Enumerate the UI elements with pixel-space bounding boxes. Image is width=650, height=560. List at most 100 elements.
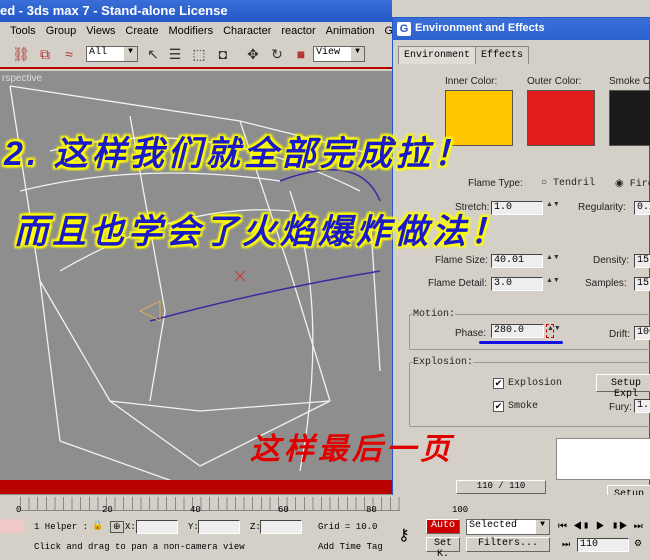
timeline-ruler[interactable]	[20, 497, 400, 511]
tab-environment[interactable]: Environment	[398, 46, 477, 64]
add-time-tag[interactable]: Add Time Tag	[318, 542, 383, 552]
absolute-mode-icon[interactable]: ⊕	[110, 521, 124, 533]
overlay-caption-line1: 2. 这样我们就全部完成拉！	[4, 135, 472, 173]
menu-tools[interactable]: Tools	[10, 22, 36, 37]
smoke-color-label: Smoke C	[609, 76, 650, 87]
phase-input[interactable]: 280.0	[491, 324, 544, 338]
selection-count: 1 Helper :	[34, 522, 89, 532]
flame-size-label: Flame Size:	[435, 255, 488, 266]
menu-group[interactable]: Group	[46, 22, 77, 37]
motion-group-label: Motion:	[413, 309, 456, 320]
fury-input[interactable]: 1.	[634, 399, 650, 413]
outer-color-label: Outer Color:	[527, 76, 582, 87]
outer-color-swatch[interactable]	[527, 90, 595, 146]
overlay-caption-line2: 而且也学会了火焰爆炸做法！	[14, 213, 508, 251]
tick-0: 0	[16, 505, 22, 515]
overlay-caption-last-page: 这样最后一页	[250, 433, 454, 466]
setup-explosion-button[interactable]: Setup Expl	[596, 374, 650, 400]
samples-label: Samples:	[585, 278, 627, 289]
current-frame-input[interactable]: 110	[577, 538, 629, 552]
drift-input[interactable]: 100	[634, 326, 650, 340]
playback-controls[interactable]: ⏮ ◀▮ ▶ ▮▶ ⏭	[558, 521, 643, 533]
blue-underline-annotation	[479, 341, 563, 344]
effects-preview-panel	[556, 438, 650, 480]
flame-detail-spinner[interactable]: ▲▼	[546, 277, 560, 291]
smoke-color-swatch[interactable]	[609, 90, 650, 146]
radio-fireball[interactable]: ◉ Fireb	[615, 178, 650, 190]
stretch-spinner[interactable]: ▲▼	[546, 201, 560, 215]
phase-spinner[interactable]: ▲▼	[546, 324, 561, 338]
selection-filter-dropdown[interactable]: All ▼	[86, 46, 138, 62]
grid-size: Grid = 10.0	[318, 522, 378, 532]
drift-label: Drift:	[609, 329, 631, 340]
tick-60: 60	[278, 505, 289, 515]
menu-views[interactable]: Views	[86, 22, 115, 37]
smoke-checkbox-label: Smoke	[508, 401, 539, 412]
flame-detail-label: Flame Detail:	[428, 278, 487, 289]
dialog-title-bar[interactable]: G Environment and Effects	[393, 18, 650, 40]
flame-type-label: Flame Type:	[468, 178, 523, 189]
window-crossing-icon[interactable]: ◘	[214, 46, 232, 64]
fury-label: Fury:	[609, 402, 632, 413]
x-label: X:	[125, 522, 136, 532]
select-object-icon[interactable]: ↖	[144, 46, 162, 64]
samples-input[interactable]: 15	[634, 277, 650, 291]
menu-animation[interactable]: Animation	[326, 22, 375, 37]
menu-bar: Tools Group Views Create Modifiers Character r…	[0, 22, 403, 41]
tab-effects[interactable]: Effects	[475, 46, 530, 64]
scale-icon[interactable]: ■	[292, 46, 310, 64]
regularity-label: Regularity:	[578, 202, 626, 213]
y-coord-input[interactable]	[198, 520, 240, 534]
flame-size-input[interactable]: 40.01	[491, 254, 543, 268]
z-coord-input[interactable]	[260, 520, 302, 534]
select-by-name-icon[interactable]: ☰	[166, 46, 184, 64]
unlink-icon[interactable]: ⧉	[36, 46, 54, 64]
explosion-checkbox[interactable]: ✔	[493, 378, 504, 389]
status-prompt: Click and drag to pan a non-camera view	[34, 542, 245, 552]
explosion-group-label: Explosion:	[413, 357, 474, 368]
main-toolbar: ⛓ ⧉ ≈ All ▼ ↖ ☰ ⬚ ◘ ✥ ↻ ■ View ▼	[0, 41, 392, 69]
flame-size-spinner[interactable]: ▲▼	[546, 254, 560, 268]
key-icon[interactable]: ⚷	[398, 525, 410, 545]
key-filter-dropdown[interactable]: Selected ▼	[466, 519, 550, 535]
auto-key-button[interactable]: Auto	[426, 519, 460, 534]
regularity-input[interactable]: 0.2	[634, 201, 650, 215]
menu-modifiers[interactable]: Modifiers	[168, 22, 213, 37]
tick-40: 40	[190, 505, 201, 515]
menu-create[interactable]: Create	[125, 22, 158, 37]
explosion-checkbox-label: Explosion	[508, 378, 563, 389]
tick-20: 20	[102, 505, 113, 515]
bind-spacewarp-icon[interactable]: ≈	[60, 46, 78, 64]
bottom-panel: 0 20 40 60 80 100 1 Helper : 🔒 ⊕ X: Y: Z…	[0, 495, 650, 560]
flame-detail-input[interactable]: 3.0	[491, 277, 543, 291]
time-slider-thumb[interactable]: 110 / 110	[456, 480, 546, 494]
tick-80: 80	[366, 505, 377, 515]
x-coord-input[interactable]	[136, 520, 178, 534]
menu-reactor[interactable]: reactor	[281, 22, 315, 37]
dialog-title: Environment and Effects	[415, 22, 545, 34]
rect-select-icon[interactable]: ⬚	[190, 46, 208, 64]
time-config-icon[interactable]: ⚙	[634, 539, 642, 549]
phase-label: Phase:	[455, 328, 487, 339]
move-icon[interactable]: ✥	[244, 46, 262, 64]
viewport-label[interactable]: rspective	[2, 73, 42, 84]
smoke-checkbox[interactable]: ✔	[493, 401, 504, 412]
link-icon[interactable]: ⛓	[12, 46, 30, 64]
maxscript-listener[interactable]	[0, 519, 24, 533]
time-slider-track[interactable]	[0, 480, 392, 494]
tick-100: 100	[452, 505, 469, 515]
3dsmax-logo-icon: G	[397, 22, 411, 36]
inner-color-label: Inner Color:	[445, 76, 498, 87]
density-label: Density:	[593, 255, 630, 266]
rotate-icon[interactable]: ↻	[268, 46, 286, 64]
reference-coord-dropdown[interactable]: View ▼	[313, 46, 365, 62]
set-key-button[interactable]: Set K.	[426, 537, 460, 560]
radio-tendril[interactable]: ○ Tendril	[541, 178, 595, 189]
density-input[interactable]: 15.	[634, 254, 650, 268]
key-mode-icon[interactable]: ⏭	[562, 540, 570, 550]
key-filters-button[interactable]: Filters...	[466, 537, 550, 552]
menu-character[interactable]: Character	[223, 22, 271, 37]
app-title-bar: ed - 3ds max 7 - Stand-alone License	[0, 0, 392, 22]
lock-icon[interactable]: 🔒	[92, 521, 103, 531]
app-title: ed - 3ds max 7 - Stand-alone License	[0, 3, 228, 18]
